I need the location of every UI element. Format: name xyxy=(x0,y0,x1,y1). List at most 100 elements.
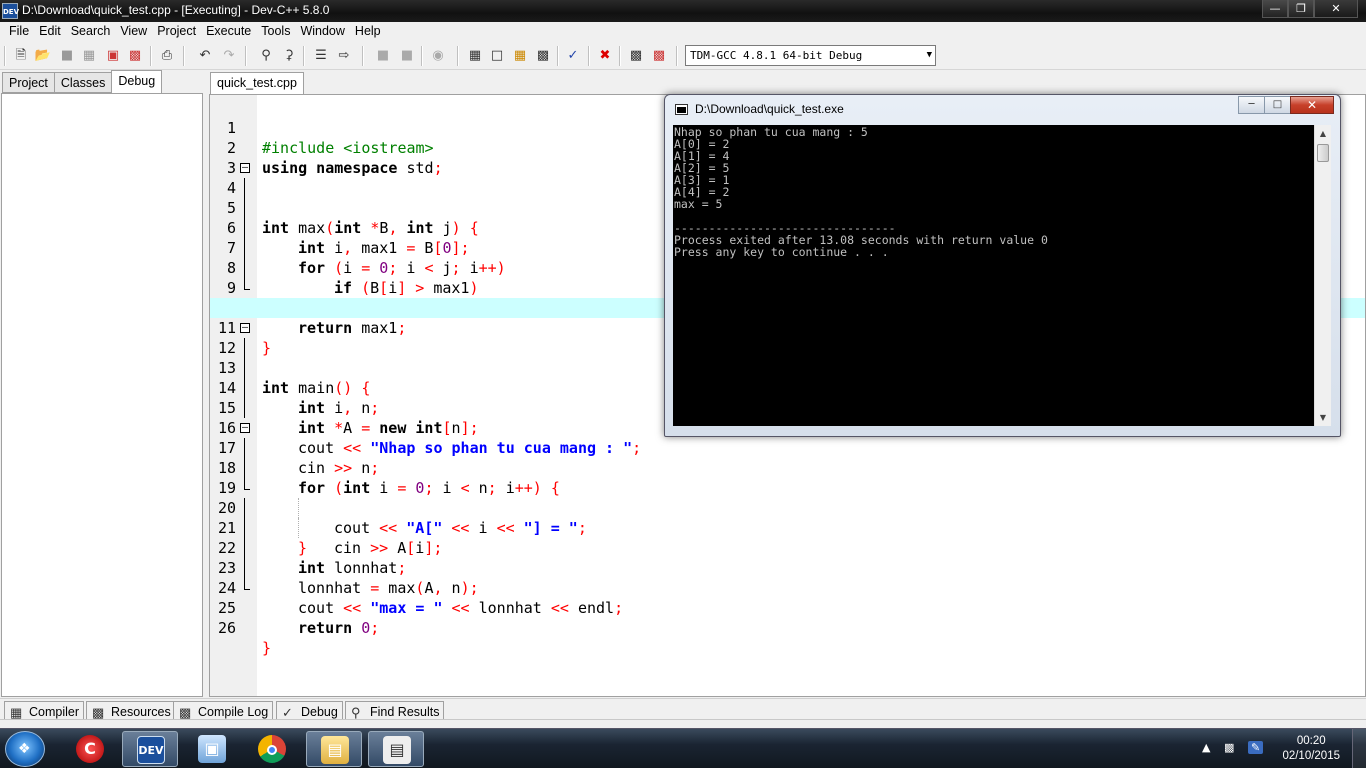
console-window[interactable]: D:\Download\quick_test.exe ─ □ ✕ Nhap so… xyxy=(664,94,1341,437)
undo-icon[interactable]: ↶ xyxy=(195,46,215,66)
console-maximize-button[interactable]: □ xyxy=(1264,96,1291,114)
close-file-icon[interactable]: ▣ xyxy=(103,46,123,66)
console-minimize-button[interactable]: ─ xyxy=(1238,96,1265,114)
restore-button[interactable]: ❐ xyxy=(1288,0,1314,18)
menu-tools[interactable]: Tools xyxy=(256,22,295,42)
project-options-icon[interactable]: ◉ xyxy=(428,46,448,66)
tab-project[interactable]: Project xyxy=(2,72,55,93)
console-window-controls: ─ □ ✕ xyxy=(1238,96,1334,114)
toolbar-separator xyxy=(362,46,364,66)
fold-guide xyxy=(244,358,245,378)
add-to-project-icon[interactable]: ■ xyxy=(373,46,393,66)
delete-profile-icon[interactable]: ▩ xyxy=(649,46,669,66)
fold-collapse-icon[interactable]: – xyxy=(240,163,250,173)
network-icon[interactable]: ▩ xyxy=(1224,741,1234,754)
taskbar-app-ccleaner[interactable]: C xyxy=(62,731,118,767)
compiler-select[interactable]: TDM-GCC 4.8.1 64-bit Debug ▼ xyxy=(685,45,936,66)
fold-guide xyxy=(244,518,245,538)
compiler-select-value: TDM-GCC 4.8.1 64-bit Debug xyxy=(690,49,863,62)
fold-guide xyxy=(244,218,245,238)
compile-run-icon[interactable]: ▦ xyxy=(510,46,530,66)
left-panel: Project Classes Debug xyxy=(0,70,206,698)
fold-guide xyxy=(244,558,245,578)
tab-quick-test-cpp[interactable]: quick_test.cpp xyxy=(210,72,304,95)
code-line[interactable]: 24 return 0; xyxy=(210,558,1365,637)
code-token: } xyxy=(262,639,272,657)
scrollbar-thumb[interactable] xyxy=(1317,144,1329,162)
window-title: D:\Download\quick_test.cpp - [Executing]… xyxy=(22,3,330,17)
toolbar-separator xyxy=(183,46,185,66)
taskbar-app-explorer[interactable]: ▤ xyxy=(306,731,362,767)
replace-icon[interactable]: ⚳ xyxy=(279,46,299,66)
scroll-up-icon[interactable]: ▲ xyxy=(1315,125,1331,142)
menu-window[interactable]: Window xyxy=(295,22,349,42)
stop-execution-icon[interactable]: ✖ xyxy=(595,46,615,66)
fold-guide xyxy=(244,338,245,358)
taskbar-app-console[interactable]: ▤ xyxy=(368,731,424,767)
code-line[interactable]: 26 xyxy=(210,598,1365,637)
show-hidden-icons-icon[interactable]: ▲ xyxy=(1202,741,1210,754)
status-bar xyxy=(0,719,1366,728)
menu-file[interactable]: File xyxy=(4,22,34,42)
code-line[interactable]: 18 cout << "A[" << i << "] = "; xyxy=(210,438,1365,537)
taskbar-app-virtualbox[interactable]: ▣ xyxy=(184,731,240,767)
start-button[interactable]: ❖ xyxy=(5,731,45,767)
show-desktop-button[interactable] xyxy=(1352,729,1366,768)
fold-guide xyxy=(244,378,245,398)
remove-from-project-icon[interactable]: ■ xyxy=(397,46,417,66)
menu-edit[interactable]: Edit xyxy=(34,22,66,42)
taskbar-app-devcpp[interactable]: DEV xyxy=(122,731,178,767)
profile-icon[interactable]: ▩ xyxy=(626,46,646,66)
toolbar: 🗎 📂 ■ ▦ ▣ ▩ ⎙ ↶ ↷ ⚲ ⚳ ☰ ⇨ ■ ■ ◉ ▦ □ ▦ ▩ … xyxy=(0,42,1366,70)
fold-guide xyxy=(244,538,245,558)
code-line[interactable]: 22 lonnhat = max(A, n); xyxy=(210,518,1365,597)
fold-collapse-icon[interactable]: – xyxy=(240,323,250,333)
find-icon[interactable]: ⚲ xyxy=(256,46,276,66)
console-close-button[interactable]: ✕ xyxy=(1290,96,1334,114)
console-output-area[interactable]: Nhap so phan tu cua mang : 5 A[0] = 2 A[… xyxy=(673,125,1314,426)
fold-collapse-icon[interactable]: – xyxy=(240,423,250,433)
system-clock[interactable]: 00:20 02/10/2015 xyxy=(1282,734,1340,764)
code-line[interactable]: 25 } xyxy=(210,578,1365,657)
save-icon[interactable]: ■ xyxy=(57,46,77,66)
goto-line-icon[interactable]: ⇨ xyxy=(334,46,354,66)
toolbar-separator xyxy=(421,46,423,66)
close-button[interactable]: ✕ xyxy=(1314,0,1358,18)
console-title: D:\Download\quick_test.exe xyxy=(695,102,844,116)
minimize-button[interactable]: — xyxy=(1262,0,1288,18)
code-line[interactable]: 23 cout << "max = " << lonnhat << endl; xyxy=(210,538,1365,617)
tab-debug[interactable]: Debug xyxy=(111,70,163,94)
menu-execute[interactable]: Execute xyxy=(201,22,256,42)
left-panel-tabs: Project Classes Debug xyxy=(2,70,163,94)
devcpp-app-icon[interactable]: DEV xyxy=(2,3,19,19)
print-icon[interactable]: ⎙ xyxy=(157,46,177,66)
menu-view[interactable]: View xyxy=(115,22,152,42)
tab-classes[interactable]: Classes xyxy=(53,72,113,93)
fold-guide xyxy=(244,178,245,198)
redo-icon[interactable]: ↷ xyxy=(219,46,239,66)
save-all-icon[interactable]: ▦ xyxy=(79,46,99,66)
menu-project[interactable]: Project xyxy=(152,22,201,42)
fold-end-marker xyxy=(244,578,250,590)
code-line[interactable]: 20 } xyxy=(210,478,1365,557)
syntax-check-icon[interactable]: ✓ xyxy=(563,46,583,66)
clock-date: 02/10/2015 xyxy=(1282,750,1340,762)
new-file-icon[interactable]: 🗎 xyxy=(11,46,31,66)
chevron-down-icon[interactable]: ▼ xyxy=(927,46,932,65)
indent-icon[interactable]: ☰ xyxy=(311,46,331,66)
run-icon[interactable]: □ xyxy=(487,46,507,66)
scroll-down-icon[interactable]: ▼ xyxy=(1315,409,1331,426)
open-file-icon[interactable]: 📂 xyxy=(33,46,53,66)
toolbar-separator xyxy=(245,46,247,66)
code-line[interactable]: 21 int lonnhat; xyxy=(210,498,1365,577)
rebuild-all-icon[interactable]: ▩ xyxy=(533,46,553,66)
language-bar-icon[interactable]: ✎ xyxy=(1248,741,1264,754)
console-scrollbar[interactable]: ▲ ▼ xyxy=(1314,125,1331,426)
code-line[interactable]: 19 cin >> A[i]; xyxy=(210,458,1365,557)
compile-icon[interactable]: ▦ xyxy=(465,46,485,66)
menu-help[interactable]: Help xyxy=(350,22,386,42)
menu-search[interactable]: Search xyxy=(66,22,116,42)
debug-panel xyxy=(1,93,203,697)
taskbar-app-chrome[interactable] xyxy=(244,731,300,767)
close-all-icon[interactable]: ▩ xyxy=(125,46,145,66)
